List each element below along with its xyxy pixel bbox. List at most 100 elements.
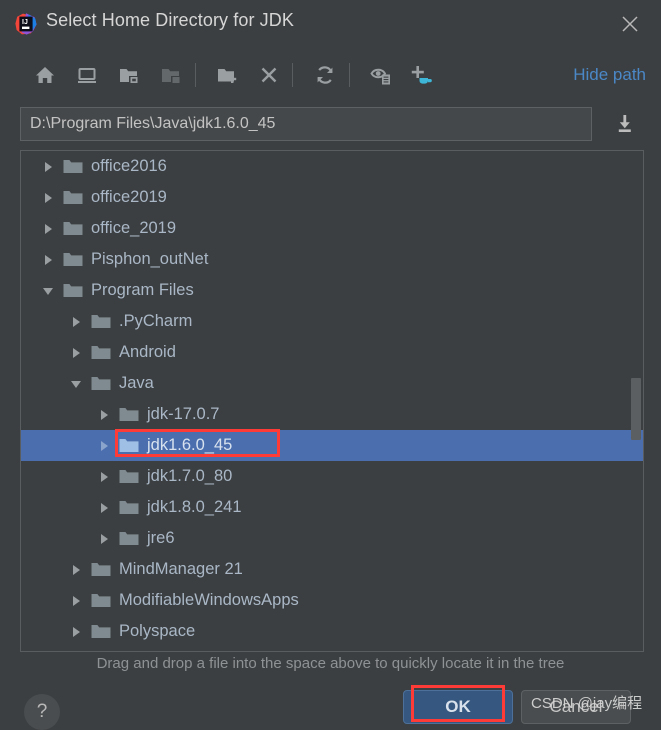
folder-icon: [119, 499, 139, 516]
tree-node-label: jdk1.7.0_80: [147, 467, 233, 486]
tree-row[interactable]: jre6: [21, 523, 643, 554]
tree-row[interactable]: Java: [21, 368, 643, 399]
tree-row[interactable]: jdk-17.0.7: [21, 399, 643, 430]
desktop-icon[interactable]: [72, 60, 102, 90]
folder-icon: [91, 375, 111, 392]
help-button[interactable]: ?: [24, 694, 60, 730]
toolbar-separator: [195, 63, 196, 87]
chevron-right-icon[interactable]: [69, 625, 83, 639]
tree-node-label: office2016: [91, 157, 167, 176]
tree-node-label: MindManager 21: [119, 560, 243, 579]
directory-tree: office2016 office2019 office_2019 Pisphon_o…: [21, 151, 643, 647]
drag-drop-hint: Drag and drop a file into the space abov…: [96, 655, 565, 672]
chevron-right-icon[interactable]: [97, 470, 111, 484]
chevron-right-icon[interactable]: [69, 346, 83, 360]
directory-tree-panel[interactable]: office2016 office2019 office_2019 Pisphon_o…: [20, 150, 644, 652]
folder-icon: [63, 189, 83, 206]
chevron-right-icon[interactable]: [41, 253, 55, 267]
folder-icon: [119, 406, 139, 423]
tree-row[interactable]: Polyspace: [21, 616, 643, 647]
chevron-right-icon[interactable]: [97, 408, 111, 422]
tree-row[interactable]: jdk1.6.0_45: [21, 430, 643, 461]
toolbar-separator: [292, 63, 293, 87]
folder-icon: [91, 561, 111, 578]
folder-icon: [91, 592, 111, 609]
tree-row[interactable]: office2016: [21, 151, 643, 182]
detect-jdk-icon[interactable]: [405, 60, 435, 90]
folder-icon: [63, 251, 83, 268]
tree-row[interactable]: Program Files: [21, 275, 643, 306]
refresh-icon[interactable]: [310, 60, 340, 90]
hide-path-link[interactable]: Hide path: [573, 65, 646, 85]
module-folder-icon[interactable]: [156, 60, 186, 90]
tree-row[interactable]: office_2019: [21, 213, 643, 244]
chevron-right-icon[interactable]: [69, 315, 83, 329]
ok-button[interactable]: OK: [403, 690, 513, 724]
tree-node-label: office_2019: [91, 219, 177, 238]
tree-node-label: office2019: [91, 188, 167, 207]
chevron-right-icon[interactable]: [69, 594, 83, 608]
tree-scrollbar-thumb[interactable]: [631, 378, 641, 440]
tree-row[interactable]: jdk1.8.0_241: [21, 492, 643, 523]
folder-icon: [91, 623, 111, 640]
close-icon[interactable]: [607, 6, 653, 42]
folder-icon: [63, 282, 83, 299]
chevron-right-icon[interactable]: [69, 563, 83, 577]
insert-path-icon[interactable]: [612, 112, 638, 136]
path-input[interactable]: [20, 107, 592, 141]
folder-icon: [63, 220, 83, 237]
cancel-button[interactable]: Cancel: [521, 690, 631, 724]
tree-row[interactable]: Pisphon_outNet: [21, 244, 643, 275]
tree-node-label: jdk1.6.0_45: [147, 436, 233, 455]
chevron-down-icon[interactable]: [41, 284, 55, 298]
tree-node-label: .PyCharm: [119, 312, 193, 331]
chevron-right-icon[interactable]: [97, 532, 111, 546]
show-hidden-files-icon[interactable]: [366, 60, 396, 90]
chevron-right-icon[interactable]: [41, 222, 55, 236]
tree-row[interactable]: ModifiableWindowsApps: [21, 585, 643, 616]
tree-row[interactable]: jdk1.7.0_80: [21, 461, 643, 492]
new-folder-icon[interactable]: [212, 60, 242, 90]
delete-icon[interactable]: [254, 60, 284, 90]
select-home-directory-dialog: IJ Select Home Directory for JDK Hide pa…: [0, 0, 661, 730]
tree-scrollbar[interactable]: [631, 153, 641, 649]
chevron-down-icon[interactable]: [69, 377, 83, 391]
folder-icon: [63, 158, 83, 175]
tree-row[interactable]: .PyCharm: [21, 306, 643, 337]
toolbar: Hide path: [0, 52, 661, 100]
path-row: [0, 103, 661, 145]
home-icon[interactable]: [30, 60, 60, 90]
tree-row[interactable]: office2019: [21, 182, 643, 213]
project-folder-icon[interactable]: [114, 60, 144, 90]
chevron-right-icon[interactable]: [97, 439, 111, 453]
tree-node-label: Pisphon_outNet: [91, 250, 209, 269]
folder-icon: [119, 530, 139, 547]
tree-node-label: jdk1.8.0_241: [147, 498, 242, 517]
toolbar-separator: [349, 63, 350, 87]
tree-row[interactable]: Android: [21, 337, 643, 368]
chevron-right-icon[interactable]: [41, 191, 55, 205]
title-bar: IJ Select Home Directory for JDK: [0, 0, 661, 47]
svg-text:IJ: IJ: [22, 19, 28, 26]
tree-node-label: Android: [119, 343, 176, 362]
tree-row[interactable]: MindManager 21: [21, 554, 643, 585]
folder-icon: [119, 437, 139, 454]
chevron-right-icon[interactable]: [41, 160, 55, 174]
tree-node-label: Java: [119, 374, 154, 393]
chevron-right-icon[interactable]: [97, 501, 111, 515]
